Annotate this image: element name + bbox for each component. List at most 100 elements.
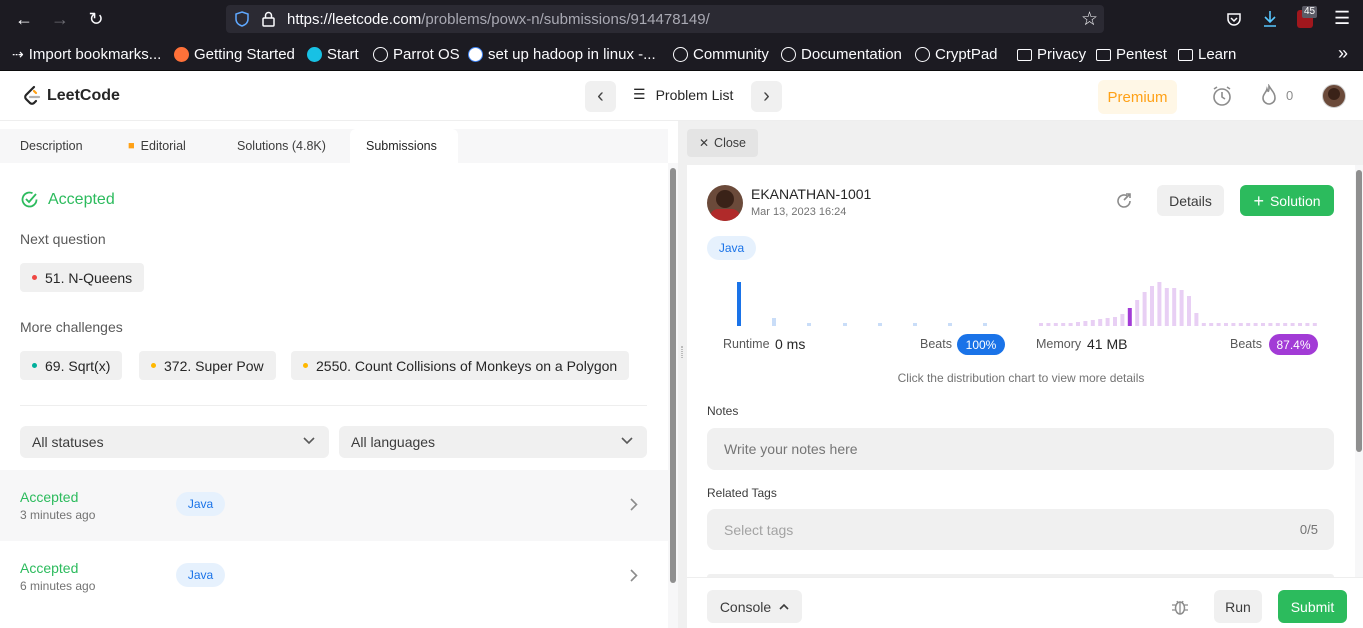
bookmark-start[interactable]: Start <box>307 46 359 63</box>
globe-icon <box>915 47 930 62</box>
runtime-distribution-chart[interactable] <box>723 275 993 329</box>
memory-bar <box>1105 318 1110 326</box>
language-filter-value: All languages <box>351 434 436 450</box>
runtime-bar <box>983 323 987 326</box>
chevron-right-icon <box>630 569 638 582</box>
challenge-chip[interactable]: 2550. Count Collisions of Monkeys on a P… <box>291 351 630 380</box>
author-name[interactable]: EKANATHAN-1001 <box>751 186 871 202</box>
details-button[interactable]: Details <box>1157 185 1224 216</box>
alarm-clock-icon[interactable] <box>1211 85 1233 107</box>
beats-label: Beats <box>1230 337 1262 351</box>
tab-editorial[interactable]: ■ Editorial <box>112 129 202 163</box>
author-avatar[interactable] <box>707 185 743 221</box>
memory-bar <box>1290 323 1295 326</box>
tags-select[interactable]: Select tags 0/5 <box>707 509 1334 550</box>
next-question-chip[interactable]: 51. N-Queens <box>20 263 145 292</box>
runtime-bar <box>772 318 776 326</box>
bookmark-star-icon[interactable]: ☆ <box>1081 8 1098 31</box>
parrot-icon <box>307 47 322 62</box>
submission-row[interactable]: Accepted 3 minutes ago Java <box>0 470 668 541</box>
language-filter-select[interactable]: All languages <box>339 426 647 458</box>
notes-input[interactable] <box>707 428 1334 470</box>
scrollbar-thumb[interactable] <box>670 168 676 583</box>
problem-list-button[interactable]: ☰ Problem List <box>633 86 733 103</box>
premium-button[interactable]: Premium <box>1098 80 1177 114</box>
bookmark-privacy[interactable]: Privacy <box>1017 46 1086 63</box>
bookmark-hadoop[interactable]: set up hadoop in linux -... <box>468 46 656 63</box>
memory-bar <box>1098 319 1103 326</box>
memory-bar <box>1164 288 1169 326</box>
download-icon[interactable] <box>1262 10 1278 28</box>
language-tag: Java <box>707 236 756 260</box>
memory-bar <box>1076 322 1080 326</box>
tab-description-label: Description <box>20 139 83 153</box>
accepted-status: Accepted <box>20 190 115 209</box>
memory-bar <box>1120 314 1125 326</box>
share-icon[interactable] <box>1115 192 1133 210</box>
challenge-chip[interactable]: 69. Sqrt(x) <box>20 351 123 380</box>
tab-description[interactable]: Description <box>4 129 99 163</box>
status-filter-select[interactable]: All statuses <box>20 426 329 458</box>
next-problem-button[interactable]: › <box>751 81 782 112</box>
submission-row[interactable]: Accepted 6 minutes ago Java <box>0 541 668 612</box>
lock-icon: ■ <box>128 140 135 152</box>
memory-bar <box>1275 323 1280 326</box>
chevron-up-icon <box>779 603 789 610</box>
solution-button[interactable]: + Solution <box>1240 185 1334 216</box>
bug-icon[interactable] <box>1171 598 1189 616</box>
status-filter-value: All statuses <box>32 434 104 450</box>
runtime-beats-badge: 100% <box>957 334 1005 355</box>
tab-solutions-label: Solutions (4.8K) <box>237 139 326 153</box>
memory-distribution-chart[interactable] <box>1037 275 1319 329</box>
challenge-chip[interactable]: 372. Super Pow <box>139 351 276 380</box>
submit-button[interactable]: Submit <box>1278 590 1347 623</box>
easy-dot-icon <box>32 363 37 368</box>
solution-label: Solution <box>1269 192 1321 209</box>
overflow-chevron-icon[interactable]: » <box>1338 43 1348 64</box>
tab-submissions[interactable]: Submissions <box>350 129 458 163</box>
site-header: LeetCode ‹ ☰ Problem List › Premium 0 <box>0 71 1363 121</box>
runtime-bar-selected <box>737 282 741 326</box>
runtime-bar <box>843 323 847 326</box>
bookmark-pentest[interactable]: Pentest <box>1096 46 1167 63</box>
folder-icon <box>1017 48 1032 61</box>
submission-status: Accepted <box>20 560 79 576</box>
user-avatar[interactable] <box>1322 84 1346 108</box>
bookmark-documentation[interactable]: Documentation <box>781 46 902 63</box>
fire-streak-icon[interactable] <box>1260 84 1278 106</box>
panel-splitter[interactable] <box>678 121 687 628</box>
bookmark-parrot-os[interactable]: Parrot OS <box>373 46 460 63</box>
memory-bar <box>1113 317 1117 326</box>
menu-icon[interactable]: ☰ <box>1334 8 1350 29</box>
bookmark-import[interactable]: ⇢ Import bookmarks... <box>12 46 161 63</box>
pocket-icon[interactable] <box>1226 11 1242 27</box>
runtime-bar <box>948 323 952 326</box>
forward-arrow-icon[interactable]: → <box>50 9 70 29</box>
beats-label: Beats <box>920 337 952 351</box>
right-scrollbar[interactable] <box>1355 165 1363 577</box>
left-scrollbar[interactable] <box>668 163 678 628</box>
tab-submissions-label: Submissions <box>366 139 437 153</box>
console-button[interactable]: Console <box>707 590 802 623</box>
reload-icon[interactable]: ↻ <box>86 9 106 29</box>
close-button[interactable]: ✕ Close <box>687 129 758 157</box>
check-circle-icon <box>21 191 38 208</box>
avatar-head-shape <box>716 190 734 208</box>
detail-toolbar: ✕ Close <box>687 121 1363 165</box>
bookmark-getting-started[interactable]: Getting Started <box>174 46 295 63</box>
address-bar[interactable]: https://leetcode.com/problems/powx-n/sub… <box>226 5 1104 33</box>
memory-bar <box>1298 323 1302 326</box>
memory-bar-selected <box>1127 308 1132 326</box>
console-label: Console <box>719 598 772 615</box>
bookmark-learn[interactable]: Learn <box>1178 46 1236 63</box>
tab-solutions[interactable]: Solutions (4.8K) <box>221 129 342 163</box>
problem-list-label: Problem List <box>655 86 734 103</box>
run-button[interactable]: Run <box>1214 590 1262 623</box>
scrollbar-thumb[interactable] <box>1356 170 1362 452</box>
bookmark-cryptpad[interactable]: CryptPad <box>915 46 998 63</box>
prev-problem-button[interactable]: ‹ <box>585 81 616 112</box>
bookmark-community[interactable]: Community <box>673 46 769 63</box>
back-arrow-icon[interactable]: ← <box>14 9 34 29</box>
memory-bar <box>1231 323 1236 326</box>
leetcode-logo[interactable]: LeetCode <box>23 85 120 107</box>
